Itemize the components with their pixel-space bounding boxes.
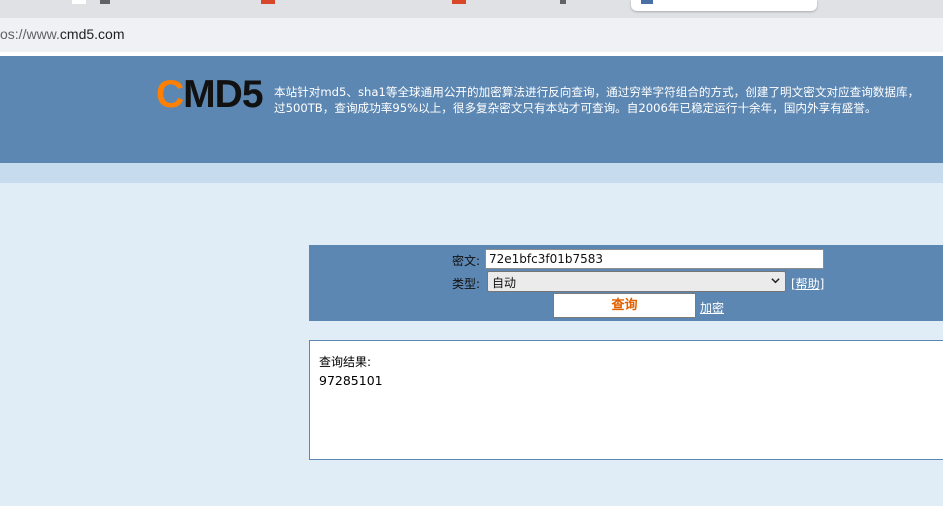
browser-tab-strip (0, 0, 943, 18)
tab-title-fragment[interactable] (560, 0, 566, 4)
result-value: 97285101 (319, 373, 383, 388)
intro-line-2: 过500TB，查询成功率95%以上，很多复杂密文只有本站才可查询。自2006年已… (274, 101, 877, 115)
intro-line-1: 本站针对md5、sha1等全球通用公开的加密算法进行反向查询，通过穷举字符组合的… (274, 85, 920, 99)
result-label: 查询结果: (319, 355, 372, 369)
type-selected-value: 自动 (492, 276, 517, 290)
site-intro: 本站针对md5、sha1等全球通用公开的加密算法进行反向查询，通过穷举字符组合的… (274, 84, 943, 116)
encrypt-link[interactable]: 加密 (700, 299, 724, 316)
result-panel: 查询结果: 97285101 (309, 340, 943, 460)
tab-title-fragment[interactable] (100, 0, 110, 4)
cipher-label: 密文: (452, 254, 481, 268)
type-select[interactable]: 自动 (487, 271, 786, 292)
active-tab[interactable] (631, 0, 817, 11)
tab-favicon-icon (641, 0, 653, 4)
address-bar[interactable]: os://www.cmd5.com (0, 18, 943, 52)
header-band (0, 163, 943, 183)
cipher-input[interactable]: 72e1bfc3f01b7583 (485, 249, 824, 269)
tab-favicon-icon[interactable] (261, 0, 275, 4)
type-label: 类型: (452, 277, 481, 291)
site-header: CMD5 本站针对md5、sha1等全球通用公开的加密算法进行反向查询，通过穷举… (0, 56, 943, 163)
help-link[interactable]: [帮助] (791, 275, 824, 292)
chevron-down-icon (771, 278, 780, 284)
query-button[interactable]: 查询 (553, 293, 696, 318)
url-text[interactable]: os://www.cmd5.com (0, 26, 124, 42)
tab-favicon-icon[interactable] (452, 0, 466, 4)
cmd5-logo[interactable]: CMD5 (156, 75, 264, 114)
tab-favicon-icon[interactable] (72, 0, 86, 4)
